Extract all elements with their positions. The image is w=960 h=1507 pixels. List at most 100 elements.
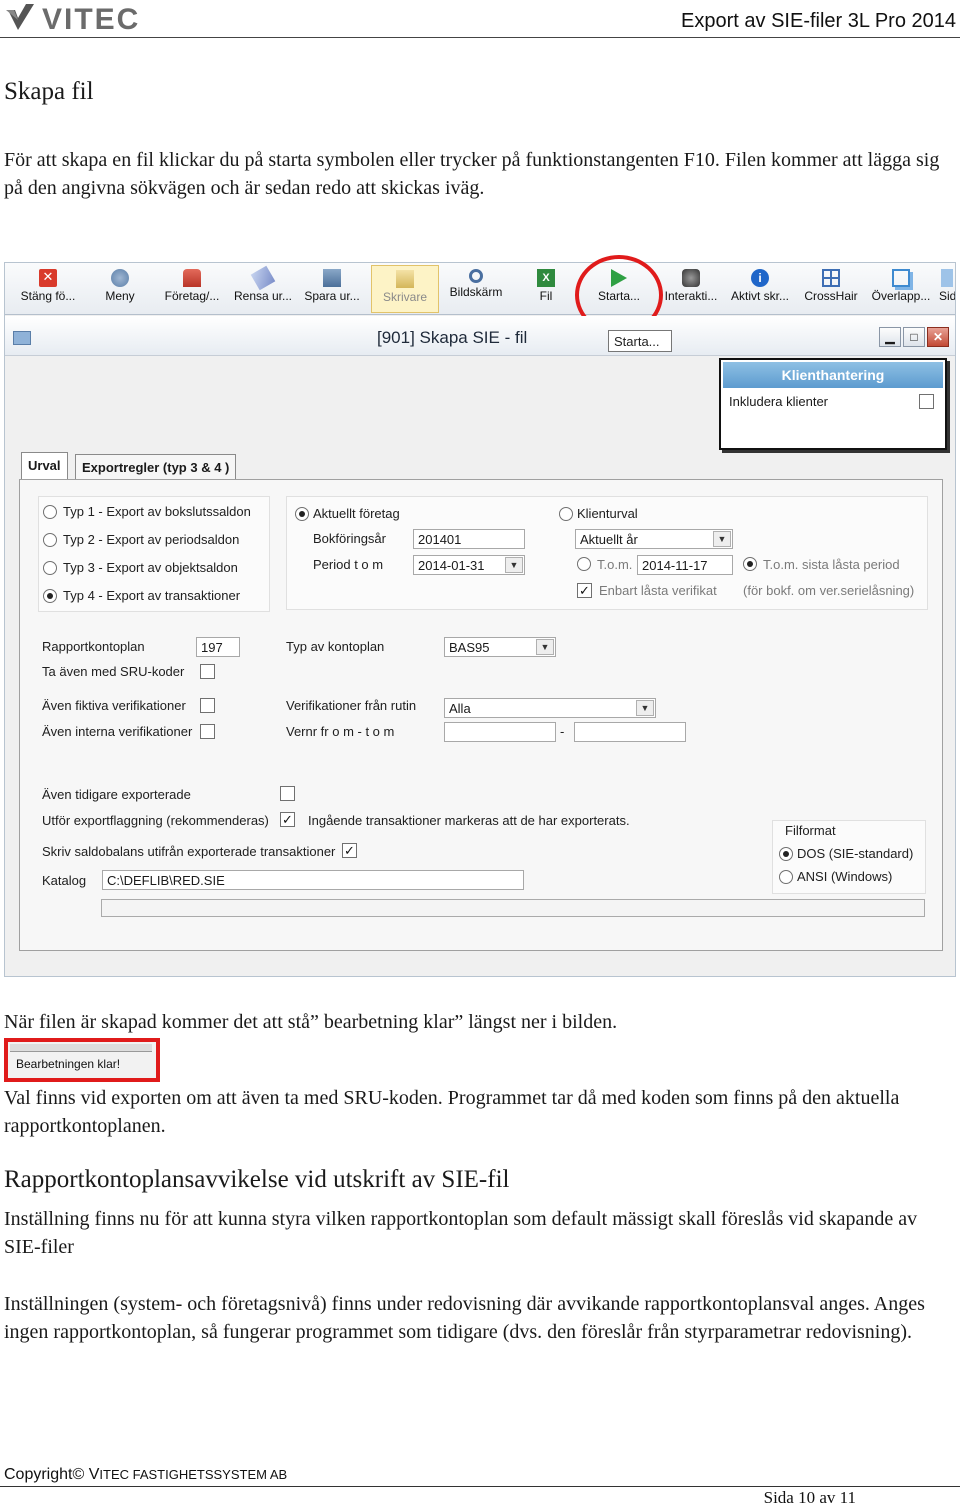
window-close-button[interactable]: ✕ (927, 327, 949, 347)
window-icon (13, 331, 31, 345)
balance-label: Skriv saldobalans utifrån exporterade tr… (42, 844, 336, 859)
overlap-icon (892, 269, 910, 287)
client-selection-radio[interactable] (559, 507, 573, 521)
routine-label: Verifikationer från rutin (286, 698, 417, 713)
type1-radio[interactable] (43, 505, 57, 519)
internal-label: Även interna verifikationer (42, 724, 193, 739)
period-label: Period t o m (313, 557, 384, 572)
toolbar-label: Fil (539, 289, 553, 303)
vernr-from-field[interactable] (444, 722, 556, 742)
type4-radio[interactable] (43, 589, 57, 603)
minimize-button[interactable]: ▁ (879, 327, 901, 347)
format-ansi-radio[interactable] (779, 870, 793, 884)
toolbar-file-button[interactable]: X Fil (533, 265, 559, 313)
format-dos-label: DOS (SIE-standard) (797, 846, 914, 861)
file-format-title: Filformat (785, 823, 836, 838)
copyright-prefix: Copyright© V (4, 1466, 100, 1483)
copyright-company: ITEC FASTIGHETSSYSTEM AB (99, 1467, 288, 1482)
toolbar-label: Spara ur... (304, 289, 360, 303)
toolbar-label: Meny (105, 289, 135, 303)
toolbar-company-button[interactable]: Företag/... (159, 265, 225, 313)
tab-exportregler[interactable]: Exportregler (typ 3 & 4 ) (75, 454, 237, 480)
toolbar-printer-button[interactable]: Skrivare (371, 265, 439, 313)
tom-label: T.o.m. (597, 557, 633, 572)
catalog-label: Katalog (42, 873, 87, 888)
only-locked-checkbox[interactable]: ✓ (577, 583, 592, 598)
toolbar: ✕ Stäng fö... Meny Företag/... Rensa ur.… (5, 255, 955, 335)
flagging-checkbox[interactable]: ✓ (280, 812, 295, 827)
status-text: Bearbetningen klar! (16, 1057, 121, 1071)
last-locked-radio[interactable] (743, 557, 757, 571)
heading-rapportkontoplan: Rapportkontoplansavvikelse vid utskrift … (4, 1166, 510, 1193)
catalog-field[interactable]: C:\DEFLIB\RED.SIE (102, 870, 524, 890)
routine-combo[interactable]: Alla ▼ (444, 698, 656, 718)
crosshair-icon (822, 269, 840, 287)
printer-icon (396, 270, 414, 288)
toolbar-clear-button[interactable]: Rensa ur... (229, 265, 297, 313)
window-title: [901] Skapa SIE - fil (377, 328, 528, 347)
fictive-checkbox[interactable] (200, 698, 215, 713)
toolbar-page-button[interactable]: Sid (939, 265, 955, 313)
fiscal-year-label: Bokföringsår (313, 531, 386, 546)
processing-done-paragraph: När filen är skapad kommer det att stå” … (4, 1011, 618, 1033)
export-type-group: Typ 1 - Export av bokslutssaldon Typ 2 -… (38, 496, 270, 612)
client-year-value: Aktuellt år (580, 532, 638, 547)
chevron-down-icon[interactable]: ▼ (713, 531, 731, 547)
prev-exported-checkbox[interactable] (280, 786, 295, 801)
toolbar-menu-button[interactable]: Meny (97, 265, 143, 313)
vernr-to-field[interactable] (574, 722, 686, 742)
serial-lock-note: (för bokf. om ver.serielåsning) (743, 583, 915, 598)
tab-urval[interactable]: Urval (21, 452, 68, 480)
type2-radio[interactable] (43, 533, 57, 547)
chevron-down-icon[interactable]: ▼ (636, 700, 654, 716)
prev-exported-label: Även tidigare exporterade (42, 787, 191, 802)
type2-label: Typ 2 - Export av periodsaldon (63, 532, 240, 547)
sru-label: Ta även med SRU-koder (42, 664, 185, 679)
progress-bar (101, 899, 925, 917)
toolbar-label: Bildskärm (449, 285, 503, 299)
toolbar-active-screen-button[interactable]: i Aktivt skr... (725, 265, 795, 313)
start-tooltip: Starta... (608, 330, 672, 352)
tom-date-field[interactable]: 2014-11-17 (637, 555, 733, 575)
toolbar-save-button[interactable]: Spara ur... (299, 265, 365, 313)
include-clients-checkbox[interactable] (919, 394, 934, 409)
logo-text: VITEC (42, 3, 140, 34)
chevron-down-icon[interactable]: ▼ (536, 639, 554, 655)
toolbar-screen-button[interactable]: Bildskärm (445, 265, 507, 313)
eraser-icon (250, 265, 276, 291)
client-year-combo[interactable]: Aktuellt år ▼ (575, 529, 733, 549)
balance-checkbox[interactable]: ✓ (342, 843, 357, 858)
window-titlebar: [901] Skapa SIE - fil (5, 316, 955, 356)
toolbar-close-button[interactable]: ✕ Stäng fö... (15, 265, 81, 313)
toolbar-label: Företag/... (164, 289, 220, 303)
chevron-down-icon[interactable]: ▼ (505, 557, 523, 573)
type3-radio[interactable] (43, 561, 57, 575)
toolbar-overlap-button[interactable]: Överlapp... (867, 265, 935, 313)
only-locked-label: Enbart låsta verifikat (599, 583, 717, 598)
report-plan-label: Rapportkontoplan (42, 639, 145, 654)
plan-type-label: Typ av kontoplan (286, 639, 385, 654)
format-ansi-label: ANSI (Windows) (797, 869, 893, 884)
format-dos-radio[interactable] (779, 847, 793, 861)
client-panel: Klienthantering Inkludera klienter (719, 358, 947, 450)
period-value: 2014-01-31 (418, 558, 485, 573)
tom-radio[interactable] (577, 557, 591, 571)
page-number: Sida 10 av 11 (763, 1488, 856, 1507)
internal-checkbox[interactable] (200, 724, 215, 739)
info-icon: i (751, 269, 769, 287)
current-company-radio[interactable] (295, 507, 309, 521)
sru-checkbox[interactable] (200, 664, 215, 679)
fiscal-year-field[interactable]: 201401 (413, 529, 525, 549)
vernr-dash: - (560, 724, 565, 739)
maximize-button[interactable]: □ (903, 327, 925, 347)
plan-type-combo[interactable]: BAS95 ▼ (444, 637, 556, 657)
period-combo[interactable]: 2014-01-31 ▼ (413, 555, 525, 575)
app-screenshot: ✕ Stäng fö... Meny Företag/... Rensa ur.… (4, 255, 956, 977)
status-strip (10, 1044, 152, 1052)
type3-label: Typ 3 - Export av objektsaldon (63, 560, 238, 575)
report-plan-field[interactable]: 197 (196, 637, 240, 657)
magnifier-icon (469, 269, 483, 283)
toolbar-label: Sid (939, 289, 955, 303)
toolbar-crosshair-button[interactable]: CrossHair (801, 265, 861, 313)
toolbar-interactive-button[interactable]: Interakti... (661, 265, 721, 313)
